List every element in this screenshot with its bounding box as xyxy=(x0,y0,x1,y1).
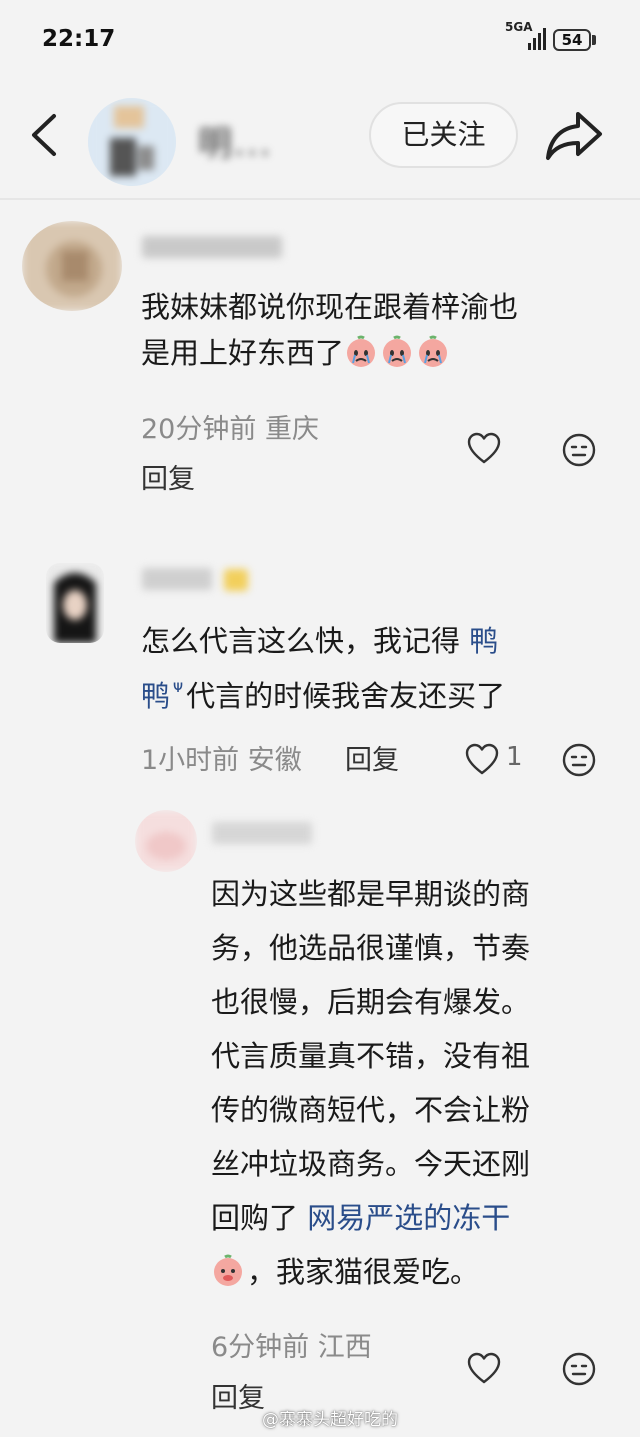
heart-icon[interactable] xyxy=(466,431,502,467)
heart-icon[interactable] xyxy=(464,742,500,778)
comment-text-line: 怎么代言这么快，我记得 鸭 xyxy=(141,618,621,664)
comment-location: 重庆 xyxy=(264,414,319,445)
profile-header: 明... 已关注 xyxy=(0,80,640,198)
crying-emoji-icon xyxy=(347,335,376,367)
comment-text-line: 是用上好东西了 xyxy=(141,330,621,376)
comment-text-line: 我妹妹都说你现在跟着梓渝也 xyxy=(141,290,519,324)
comment-location: 安徽 xyxy=(247,745,302,776)
watermark: @寨寨头超好吃的 xyxy=(262,1410,398,1430)
reply-text-line: ，我家猫很爱吃。 xyxy=(211,1245,631,1299)
avatar-image xyxy=(22,221,122,311)
signal-icon xyxy=(528,28,546,50)
comment-text-line: 鸭 ᴪ 代言的时候我舍友还买了 xyxy=(141,664,621,719)
reply-button[interactable]: 回复 xyxy=(141,457,195,496)
header-user-name: 明... xyxy=(198,124,273,164)
reply-text: 因为这些都是早期谈的商 务，他选品很谨慎，节奏 也很慢，后期会有爆发。 代言质量… xyxy=(211,867,631,1299)
reply-text-line: 因为这些都是早期谈的商 xyxy=(211,877,531,911)
battery-indicator: 54 xyxy=(553,29,591,51)
comment-text-segment: 怎么代言这么快，我记得 xyxy=(141,624,470,658)
emoji-icon[interactable] xyxy=(561,742,597,778)
comment-time: 20分钟前 xyxy=(141,414,257,445)
reply-text-line: 也很慢，后期会有爆发。 xyxy=(211,985,531,1019)
reply-location: 江西 xyxy=(317,1332,372,1363)
comment-text-segment: 代言的时候我舍友还买了 xyxy=(186,679,506,713)
crying-emoji-icon xyxy=(383,335,412,367)
avatar-image xyxy=(135,810,197,872)
reply-text-line: 丝冲垃圾商务。今天还刚 xyxy=(211,1147,531,1181)
avatar-image xyxy=(46,563,104,643)
comment-text: 我妹妹都说你现在跟着梓渝也 是用上好东西了 xyxy=(141,284,621,376)
commenter-avatar[interactable] xyxy=(46,563,104,643)
reply-text-line: 代言质量真不错，没有祖 xyxy=(211,1039,531,1073)
like-count: 1 xyxy=(506,742,523,772)
heart-icon[interactable] xyxy=(466,1351,502,1387)
commenter-name xyxy=(212,822,312,844)
reply-time: 6分钟前 xyxy=(211,1332,310,1363)
status-time: 22:17 xyxy=(42,26,116,52)
commenter-avatar[interactable] xyxy=(135,810,197,872)
comment-meta: 1小时前 安徽 xyxy=(141,738,302,777)
commenter-avatar[interactable] xyxy=(22,221,122,311)
reply-text-segment: ，我家猫很爱吃。 xyxy=(247,1255,480,1289)
comment-text-segment: 是用上好东西了 xyxy=(141,336,345,370)
crying-emoji-icon xyxy=(419,335,448,367)
emoji-icon[interactable] xyxy=(561,432,597,468)
comment-text: 怎么代言这么快，我记得 鸭 鸭 ᴪ 代言的时候我舍友还买了 xyxy=(141,618,621,719)
follow-button[interactable]: 已关注 xyxy=(369,102,518,168)
search-icon[interactable]: ᴪ xyxy=(173,677,183,697)
header-avatar[interactable] xyxy=(88,98,176,186)
cat-emoji-icon xyxy=(214,1254,242,1286)
battery-tip xyxy=(592,35,596,45)
comment-meta: 20分钟前 重庆 xyxy=(141,407,319,446)
reply-text-line: 回购了 网易严选的冻干 xyxy=(211,1191,631,1245)
header-divider xyxy=(0,198,640,200)
reply-text-line: 务，他选品很谨慎，节奏 xyxy=(211,931,531,965)
reply-meta: 6分钟前 江西 xyxy=(211,1325,372,1364)
reply-text-segment: 回购了 xyxy=(211,1201,308,1235)
badge-icon xyxy=(224,569,248,591)
commenter-name xyxy=(142,568,212,590)
comment-time: 1小时前 xyxy=(141,745,240,776)
reply-text-line: 传的微商短代，不会让粉 xyxy=(211,1093,531,1127)
commenter-name xyxy=(142,236,282,258)
status-bar: 22:17 5GA 54 xyxy=(0,0,640,80)
reply-button[interactable]: 回复 xyxy=(211,1376,265,1415)
search-link[interactable]: 鸭 xyxy=(141,679,170,713)
back-icon[interactable] xyxy=(26,110,62,160)
share-icon[interactable] xyxy=(544,108,604,162)
search-link[interactable]: 网易严选的冻干 xyxy=(307,1201,510,1235)
reply-button[interactable]: 回复 xyxy=(345,738,399,777)
emoji-icon[interactable] xyxy=(561,1351,597,1387)
avatar-image xyxy=(88,98,176,186)
search-link[interactable]: 鸭 xyxy=(469,624,498,658)
